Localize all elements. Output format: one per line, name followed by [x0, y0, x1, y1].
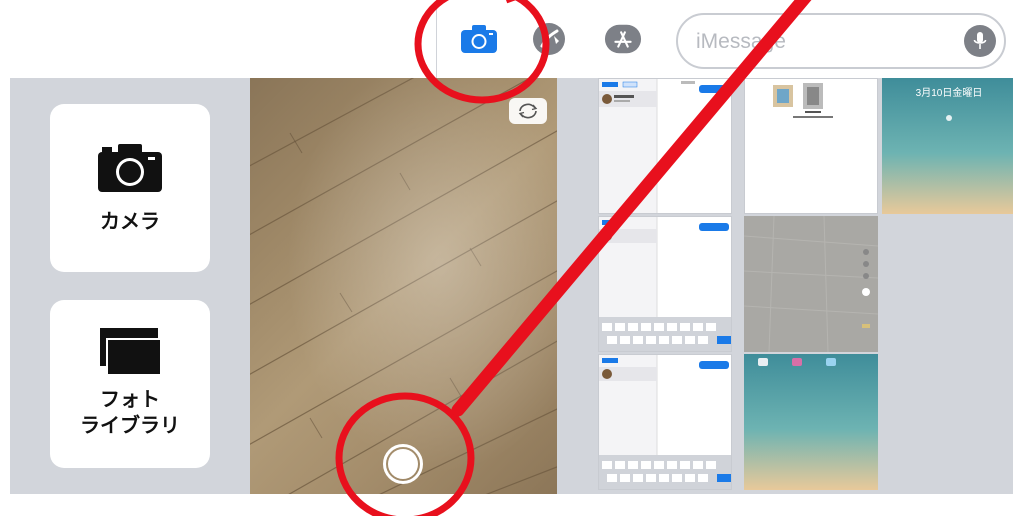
- camera-viewfinder[interactable]: [250, 78, 557, 494]
- app-store-button[interactable]: [604, 22, 642, 56]
- imessage-screen: iMessage カメラ フォト ライブラリ 3月10日金曜日: [0, 0, 1023, 516]
- toolbar-divider: [436, 0, 437, 78]
- message-input[interactable]: iMessage: [676, 13, 1006, 69]
- lockscreen-date: 3月10日金曜日: [915, 88, 983, 99]
- shutter-button-inner: [388, 449, 418, 479]
- screenshot-thumbnail-image: [599, 79, 731, 213]
- microphone-icon: [973, 32, 987, 49]
- camera-tile-label: カメラ: [100, 209, 160, 233]
- camera-app-button[interactable]: [460, 22, 498, 56]
- photo-library-tile-label: フォト ライブラリ: [80, 386, 180, 438]
- wood-floor-image: [250, 78, 557, 494]
- wall-photo-thumbnail-image: [744, 216, 878, 352]
- camera-icon: [98, 144, 162, 192]
- camera-icon: [461, 25, 497, 53]
- camera-tile[interactable]: カメラ: [50, 104, 210, 272]
- screenshot-keyboard-thumbnail-image: [599, 217, 731, 351]
- screenshot-keyboard-thumbnail-image: [599, 355, 731, 489]
- camera-app-drawer: カメラ フォト ライブラリ 3月10日金曜日: [10, 78, 1013, 494]
- message-placeholder: iMessage: [696, 30, 786, 53]
- app-store-icon: [604, 24, 642, 54]
- flip-camera-icon: [518, 103, 538, 119]
- digital-touch-icon: [533, 23, 565, 55]
- photo-thumbnail[interactable]: [598, 216, 732, 352]
- flip-camera-button[interactable]: [509, 98, 547, 124]
- photo-library-label-line2: ライブラリ: [80, 413, 180, 437]
- photo-thumbnail[interactable]: 3月10日金曜日: [882, 78, 1013, 214]
- photo-thumbnail[interactable]: [598, 78, 732, 214]
- photo-thumbnail[interactable]: [744, 216, 878, 352]
- shutter-button[interactable]: [383, 444, 423, 484]
- drawer-bottom-margin: [0, 494, 1023, 516]
- dictation-button[interactable]: [964, 25, 996, 57]
- photo-library-icon: [100, 328, 162, 376]
- document-thumbnail-image: [745, 79, 877, 213]
- photo-thumbnail[interactable]: [744, 354, 878, 490]
- photo-thumbnail[interactable]: [598, 354, 732, 490]
- photo-library-label-line1: フォト: [100, 387, 160, 411]
- photo-library-tile[interactable]: フォト ライブラリ: [50, 300, 210, 468]
- photo-thumbnail[interactable]: [744, 78, 878, 214]
- digital-touch-button[interactable]: [530, 22, 568, 56]
- imessage-app-toolbar: iMessage: [0, 0, 1023, 78]
- homescreen-thumbnail-image: [744, 354, 878, 490]
